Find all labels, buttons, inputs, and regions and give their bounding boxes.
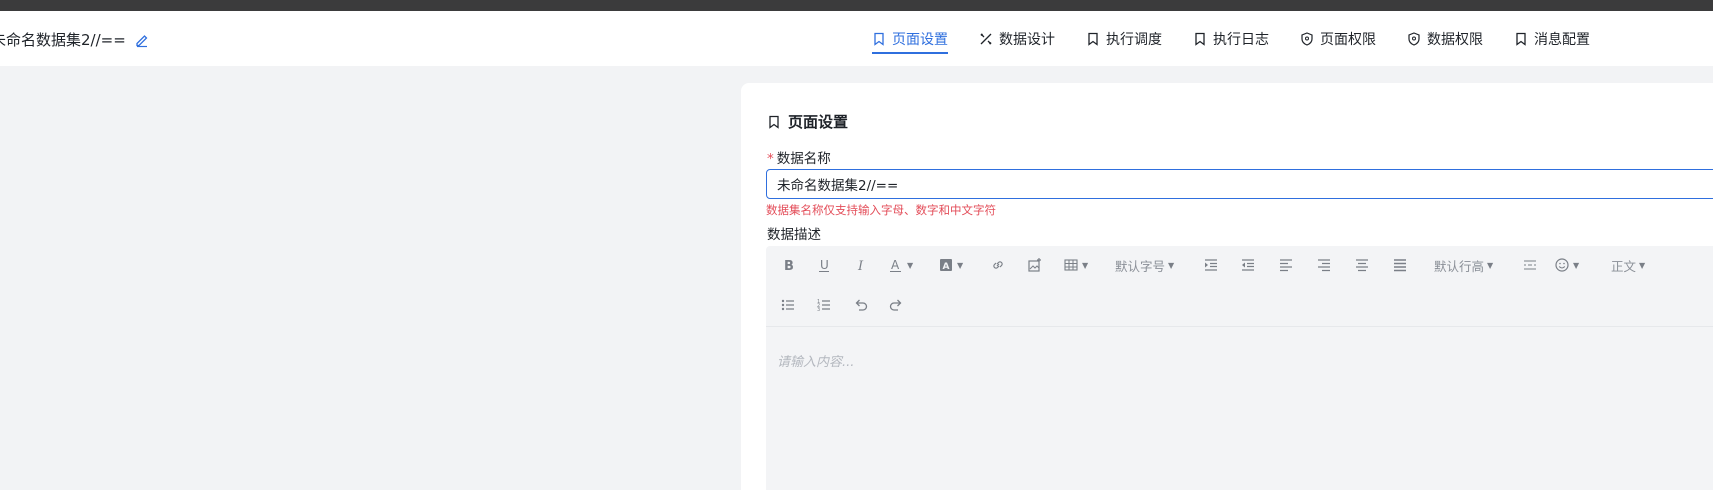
emoji-button[interactable]: ▼ [1554, 253, 1579, 277]
bookmark-icon [1514, 32, 1528, 46]
tab-label: 执行日志 [1213, 31, 1269, 48]
chevron-down-icon: ▼ [1082, 260, 1089, 270]
edit-pencil-icon[interactable] [134, 32, 150, 48]
numbered-list-icon: 123 [817, 299, 830, 313]
data-description-label: 数据描述 [767, 227, 821, 243]
tab-execution-log[interactable]: 执行日志 [1193, 11, 1269, 66]
tab-label: 数据设计 [999, 31, 1055, 48]
tab-label: 消息配置 [1534, 31, 1590, 48]
chevron-down-icon: ▼ [1487, 260, 1494, 270]
tab-data-permission[interactable]: 数据权限 [1407, 11, 1483, 66]
shield-icon [1407, 31, 1421, 46]
font-color-button[interactable]: A ▼ [888, 253, 913, 277]
undo-button[interactable] [853, 293, 869, 317]
undo-icon [855, 299, 868, 311]
bullet-list-button[interactable] [780, 293, 796, 317]
tools-icon [979, 32, 993, 46]
tab-schedule[interactable]: 执行调度 [1086, 11, 1162, 66]
divider-icon [1524, 260, 1536, 270]
line-height-label: 默认行高 [1434, 258, 1485, 274]
svg-text:A: A [891, 258, 900, 272]
dataset-title: 未命名数据集2//== [0, 29, 150, 50]
outdent-icon [1242, 259, 1254, 271]
name-error-message: 数据集名称仅支持输入字母、数字和中文字符 [766, 203, 996, 217]
emoji-icon [1555, 258, 1569, 272]
section-title-text: 页面设置 [788, 113, 849, 131]
italic-icon: I [857, 259, 864, 273]
align-justify-icon [1394, 259, 1406, 272]
data-name-label-text: 数据名称 [776, 151, 831, 167]
data-name-label: * 数据名称 [767, 147, 831, 167]
paragraph-select[interactable]: 正文 ▼ [1611, 253, 1645, 277]
link-icon [993, 261, 1003, 269]
align-right-button[interactable] [1316, 253, 1332, 277]
svg-text:B: B [784, 259, 794, 273]
underline-icon: U [819, 258, 829, 272]
tab-data-design[interactable]: 数据设计 [979, 11, 1055, 66]
section-title: 页面设置 [767, 111, 848, 132]
svg-text:A: A [943, 262, 950, 272]
paragraph-label: 正文 [1611, 258, 1637, 274]
font-color-icon: A [890, 258, 901, 272]
settings-tabs: 页面设置 数据设计 执行调度 执行日志 页面权限 数据权限 消息配置 [872, 11, 1621, 66]
svg-text:3: 3 [817, 307, 820, 313]
tab-page-settings[interactable]: 页面设置 [872, 11, 948, 66]
line-height-select[interactable]: 默认行高 ▼ [1434, 253, 1493, 277]
editor-placeholder[interactable]: 请输入内容... [777, 351, 854, 370]
indent-button[interactable] [1203, 253, 1219, 277]
tab-label: 执行调度 [1106, 31, 1162, 48]
align-center-icon [1356, 259, 1368, 272]
background-color-button[interactable]: A ▼ [938, 253, 963, 277]
image-button[interactable] [1027, 253, 1043, 277]
align-right-icon [1318, 259, 1330, 272]
tab-label: 页面权限 [1320, 31, 1376, 48]
svg-text:I: I [857, 259, 864, 273]
dataset-title-text: 未命名数据集2//== [0, 31, 126, 49]
tab-label: 页面设置 [892, 31, 948, 48]
underline-button[interactable]: U [816, 253, 832, 277]
toolbar-divider [766, 326, 1713, 327]
page-header: 未命名数据集2//== 页面设置 数据设计 执行调度 执行日志 页面权限 数据权… [0, 11, 1713, 66]
link-button[interactable] [990, 253, 1006, 277]
indent-icon [1205, 259, 1217, 271]
shield-icon [1300, 31, 1314, 46]
align-justify-button[interactable] [1392, 253, 1408, 277]
required-star: * [767, 151, 774, 167]
bookmark-icon [872, 32, 886, 46]
rich-text-editor: B U I A ▼ A ▼ ▼ 默认字号 ▼ 默认行高 ▼ ▼ 正文 ▼ 1 2… [766, 246, 1713, 490]
bold-button[interactable]: B [780, 253, 796, 277]
svg-text:U: U [820, 258, 829, 272]
bookmark-icon [1086, 32, 1100, 46]
outdent-button[interactable] [1240, 253, 1256, 277]
chevron-down-icon: ▼ [957, 260, 964, 270]
tab-page-permission[interactable]: 页面权限 [1300, 11, 1376, 66]
chevron-down-icon: ▼ [1639, 260, 1646, 270]
tab-message-config[interactable]: 消息配置 [1514, 11, 1590, 66]
settings-card: 页面设置 *数据名称 数据集名称仅支持输入字母、数字和中文字符 数据描述 B U… [741, 83, 1713, 490]
bookmark-icon [767, 115, 781, 129]
bookmark-icon [1193, 32, 1207, 46]
bold-icon: B [784, 259, 794, 273]
redo-button[interactable] [888, 293, 904, 317]
align-center-button[interactable] [1354, 253, 1370, 277]
italic-button[interactable]: I [853, 253, 869, 277]
font-size-label: 默认字号 [1115, 258, 1166, 274]
table-button[interactable]: ▼ [1063, 253, 1088, 277]
align-left-icon [1280, 259, 1292, 272]
background-color-icon: A [940, 259, 952, 272]
align-left-button[interactable] [1278, 253, 1294, 277]
numbered-list-button[interactable]: 123 [816, 293, 832, 317]
window-top-bar [0, 0, 1713, 11]
table-icon [1064, 259, 1078, 271]
data-name-input[interactable] [766, 169, 1713, 199]
chevron-down-icon: ▼ [1168, 260, 1175, 270]
image-icon [1028, 258, 1041, 272]
tab-label: 数据权限 [1427, 31, 1483, 48]
chevron-down-icon: ▼ [1573, 260, 1580, 270]
chevron-down-icon: ▼ [907, 260, 914, 270]
divider-button[interactable] [1522, 253, 1538, 277]
redo-icon [889, 299, 902, 311]
font-size-select[interactable]: 默认字号 ▼ [1115, 253, 1174, 277]
bullet-list-icon [781, 299, 794, 311]
